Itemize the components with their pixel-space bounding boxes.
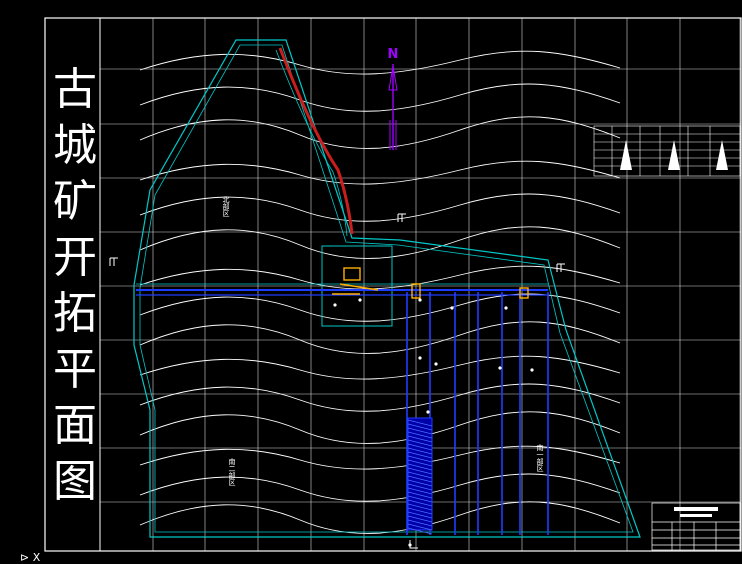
survey-markers	[333, 298, 534, 547]
ucs-arrow-icon: ⊳	[20, 551, 33, 564]
title-char: 图	[53, 456, 97, 507]
survey-marker	[450, 306, 454, 310]
survey-marker	[418, 356, 422, 360]
inclined-shaft-outline	[275, 49, 348, 237]
title-char: 矿	[53, 176, 97, 227]
axis-label: X	[32, 551, 41, 564]
zone-label-north: 北部区	[222, 196, 230, 217]
survey-marker	[418, 298, 422, 302]
contour-line	[139, 160, 621, 185]
survey-marker	[530, 368, 534, 372]
north-label: N	[388, 47, 399, 62]
legend-table	[593, 125, 741, 177]
title-char: 平	[53, 344, 97, 395]
zone-label-south-two: 南二部区	[228, 457, 236, 486]
title-char: 拓	[53, 288, 97, 339]
contour-line	[139, 226, 621, 259]
survey-marker	[358, 298, 362, 302]
survey-marker	[333, 303, 337, 307]
survey-marker	[426, 410, 430, 414]
contour-line	[139, 265, 621, 290]
contour-line	[139, 193, 621, 222]
map-title: 古 城 矿 开 拓 平 面 图	[50, 62, 100, 510]
section-marks	[109, 213, 565, 549]
title-block	[651, 502, 741, 551]
title-char: 城	[53, 120, 97, 171]
mine-boundary	[133, 39, 641, 538]
contour-line	[139, 83, 621, 112]
survey-marker	[498, 366, 502, 370]
title-char: 开	[53, 232, 97, 283]
mining-plan-drawing: N 北部区 南二部区 南一部区	[44, 17, 742, 552]
title-char: 面	[53, 400, 97, 451]
survey-marker	[434, 362, 438, 366]
contour-line	[139, 50, 621, 75]
contour-line	[139, 116, 621, 149]
zone-label-south-one: 南一部区	[536, 443, 544, 472]
title-char: 古	[53, 64, 97, 115]
hatched-stope-block	[407, 417, 433, 535]
ucs-axis-indicator: ⊳ X	[20, 552, 40, 564]
survey-marker	[504, 306, 508, 310]
north-arrow-icon: N	[388, 47, 399, 150]
